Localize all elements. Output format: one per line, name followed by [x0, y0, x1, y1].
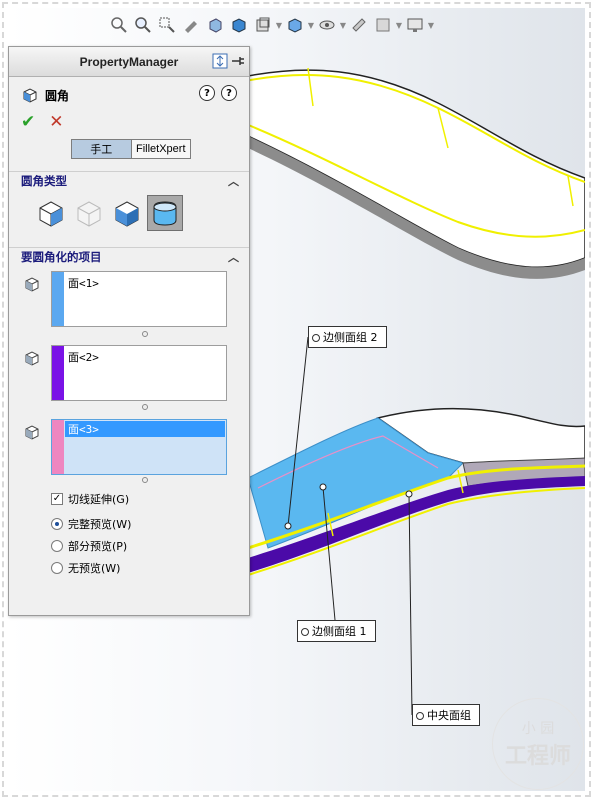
group-title-fillet-type: 圆角类型: [21, 173, 67, 188]
feature-name: 圆角: [45, 88, 70, 103]
zoom-selection-icon[interactable]: [156, 14, 178, 36]
watermark-logo: 小 园 工程师: [492, 698, 584, 790]
checkbox-box[interactable]: ✓: [51, 493, 63, 505]
collapse-chevron-icon[interactable]: ︿: [228, 173, 239, 189]
header-controls: [212, 53, 245, 69]
fillet-feature-icon: [23, 88, 37, 103]
previous-view-icon[interactable]: [180, 14, 202, 36]
view-orientation-icon[interactable]: [228, 14, 250, 36]
radio-dot[interactable]: [51, 540, 63, 552]
fillet-type-group-header[interactable]: 圆角类型 ︿: [9, 171, 249, 189]
callout-label: 中央面组: [427, 709, 471, 722]
partial-preview-radio[interactable]: 部分预览(P): [51, 538, 127, 554]
face-select-icon-3: [25, 425, 39, 440]
upper-strip-body: [237, 69, 585, 269]
display-style-icon[interactable]: [252, 14, 274, 36]
no-preview-radio[interactable]: 无预览(W): [51, 560, 120, 576]
resize-handle[interactable]: [142, 477, 148, 483]
help-icon[interactable]: ?: [221, 85, 237, 101]
fillet-type-buttons: [33, 195, 183, 231]
mode-tabs: 手工 FilletXpert: [71, 139, 191, 159]
leader-center: [408, 493, 413, 716]
ok-check-icon[interactable]: ✔: [21, 112, 35, 132]
pin-icon[interactable]: [231, 54, 245, 68]
callout-side-face-set-2[interactable]: 边侧面组 2: [308, 326, 387, 348]
center-face-set-selection[interactable]: 面<2>: [51, 345, 227, 401]
radio-label: 无预览(W): [68, 562, 121, 575]
callout-center-face-set[interactable]: 中央面组: [412, 704, 480, 726]
collapse-chevron-icon-2[interactable]: ︿: [228, 249, 239, 265]
apply-scene-icon[interactable]: [372, 14, 394, 36]
full-round-fillet-button[interactable]: [147, 195, 183, 231]
leader-anchor-side-1: [319, 483, 327, 491]
face-fillet-button[interactable]: [109, 195, 145, 231]
ok-cancel-row: ✔ ✕: [9, 111, 249, 133]
selection-color-swatch: [52, 420, 64, 474]
radio-dot[interactable]: [51, 562, 63, 574]
radio-label: 部分预览(P): [68, 540, 128, 553]
variable-size-fillet-button[interactable]: [71, 195, 107, 231]
dropdown-arrow-icon-5[interactable]: ▼: [428, 14, 434, 36]
section-view-icon[interactable]: [204, 14, 226, 36]
eye-icon[interactable]: [316, 14, 338, 36]
dropdown-arrow-icon-4[interactable]: ▼: [396, 14, 402, 36]
cancel-x-icon[interactable]: ✕: [49, 112, 63, 132]
selected-face-item[interactable]: 面<2>: [68, 349, 99, 365]
heads-up-toolbar: ▼ ▼ ▼ ▼ ▼: [108, 12, 434, 38]
items-to-fillet-group-header[interactable]: 要圆角化的项目 ︿: [9, 247, 249, 265]
radio-label: 完整预览(W): [68, 518, 132, 531]
hide-show-icon[interactable]: [284, 14, 306, 36]
tangent-propagation-checkbox[interactable]: ✓ 切线延伸(G): [51, 491, 129, 507]
radio-dot[interactable]: [51, 518, 63, 530]
dropdown-arrow-icon-2[interactable]: ▼: [308, 14, 314, 36]
callout-label: 边侧面组 1: [312, 625, 367, 638]
dropdown-arrow-icon-3[interactable]: ▼: [340, 14, 346, 36]
face-select-icon-1: [25, 277, 39, 292]
constant-size-fillet-button[interactable]: [33, 195, 69, 231]
leader-anchor-side-2: [284, 522, 292, 530]
resize-handle[interactable]: [142, 404, 148, 410]
selection-color-swatch: [52, 272, 64, 326]
tab-filletxpert[interactable]: FilletXpert: [131, 140, 190, 158]
callout-side-face-set-1[interactable]: 边侧面组 1: [297, 620, 376, 642]
group-title-items: 要圆角化的项目: [21, 249, 102, 264]
checkbox-label: 切线延伸(G): [68, 493, 130, 506]
side-face-set-1-selection[interactable]: 面<1>: [51, 271, 227, 327]
selected-face-item[interactable]: 面<3>: [65, 421, 225, 437]
selected-face-item[interactable]: 面<1>: [68, 275, 99, 291]
callout-label: 边侧面组 2: [323, 331, 378, 344]
face-select-icon-2: [25, 351, 39, 366]
property-manager-title: PropertyManager: [79, 54, 179, 69]
whats-new-icon[interactable]: ?: [199, 85, 215, 101]
side-face-set-2-selection[interactable]: 面<3>: [51, 419, 227, 475]
leader-anchor-center: [405, 490, 413, 498]
view-settings-icon[interactable]: [404, 14, 426, 36]
watermark-line-2: 工程师: [504, 743, 571, 769]
zoom-to-fit-icon[interactable]: [108, 14, 130, 36]
edit-appearance-icon[interactable]: [348, 14, 370, 36]
resize-handle[interactable]: [142, 331, 148, 337]
dropdown-arrow-icon[interactable]: ▼: [276, 14, 282, 36]
zoom-area-icon[interactable]: [132, 14, 154, 36]
expand-panel-icon[interactable]: [212, 53, 228, 69]
full-preview-radio[interactable]: 完整预览(W): [51, 516, 131, 532]
property-manager-header: PropertyManager: [9, 47, 249, 77]
watermark-line-1: 小 园: [521, 721, 555, 737]
property-manager-panel: PropertyManager 圆角 ? ? ✔ ✕ 手工 FilletXper…: [8, 46, 250, 616]
tab-manual[interactable]: 手工: [72, 140, 132, 158]
selection-color-swatch: [52, 346, 64, 400]
help-buttons: ? ?: [199, 85, 237, 101]
